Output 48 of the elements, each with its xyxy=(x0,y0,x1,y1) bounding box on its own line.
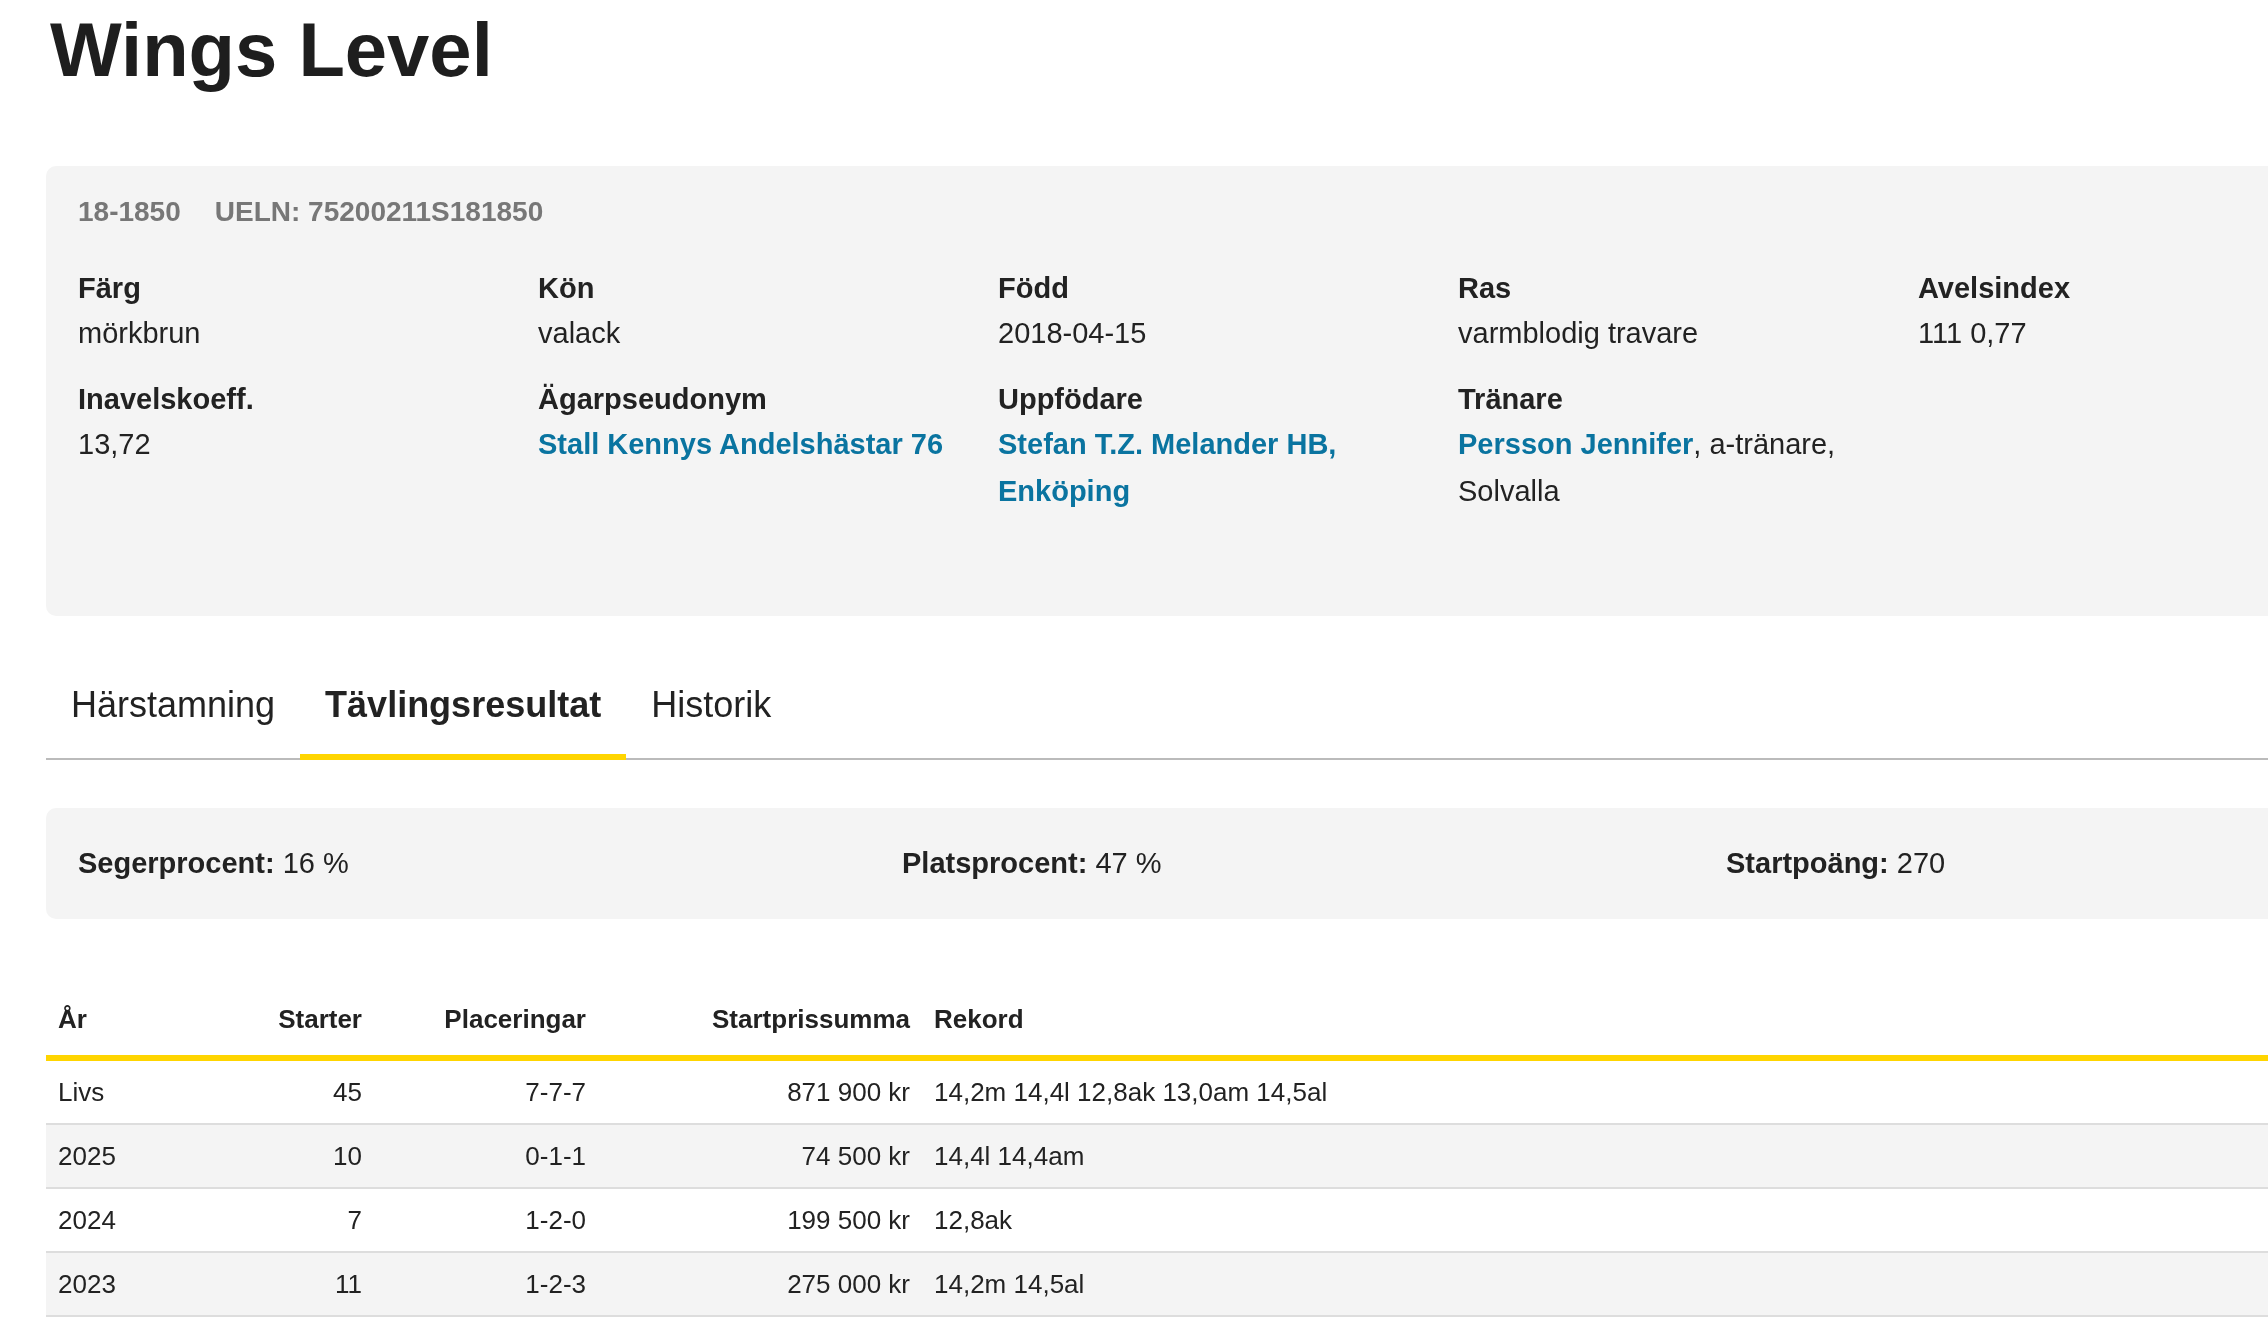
field-value: 111 0,77 xyxy=(1918,316,2028,351)
stat-text: Segerprocent: 16 % xyxy=(78,847,350,880)
tab[interactable]: Historik xyxy=(626,684,797,760)
field-value: varmblodig travare xyxy=(1458,316,1700,351)
table-cell: 1-2-3 xyxy=(374,1252,598,1316)
stat-text: Startpoäng: 270 xyxy=(1726,847,1947,880)
field-label: Kön xyxy=(538,271,596,306)
table-cell: 14,4l 14,4am xyxy=(922,1124,2268,1188)
field-label: Född xyxy=(998,271,1070,306)
tab[interactable]: Tävlingsresultat xyxy=(300,684,627,760)
field-label: Avelsindex xyxy=(1918,271,2072,306)
stat-text: Platsprocent: 47 % xyxy=(902,847,1163,880)
table-cell: 12,8ak xyxy=(922,1188,2268,1252)
ueln-number: UELN: 75200211S181850 xyxy=(214,196,544,228)
table-cell: 2025 xyxy=(46,1124,210,1188)
table-cell: 45 xyxy=(210,1058,374,1124)
registration-number: 18-1850 xyxy=(78,196,181,228)
field-value: valack xyxy=(538,316,622,351)
field-link[interactable]: Stefan T.Z. Melander HB, Enköping xyxy=(998,421,1418,515)
table-cell: 7-7-7 xyxy=(374,1058,598,1124)
table-cell: 2024 xyxy=(46,1188,210,1252)
table-cell: 11 xyxy=(210,1252,374,1316)
table-cell: Livs xyxy=(46,1058,210,1124)
field-label: Ägarpseudonym xyxy=(538,382,768,417)
trainer-text: Persson Jennifer, a-tränare, Solvalla xyxy=(1458,427,1837,509)
field-label: Uppfödare xyxy=(998,382,1144,417)
table-cell: 14,2m 14,5al xyxy=(922,1252,2268,1316)
field-label: Färg xyxy=(78,271,142,306)
field-value: mörkbrun xyxy=(78,316,202,351)
field-label: Tränare xyxy=(1458,382,1564,417)
field-value: 13,72 xyxy=(78,427,152,462)
table-cell: 2023 xyxy=(46,1252,210,1316)
field-link[interactable]: Stall Kennys Andelshästar 76 xyxy=(538,421,958,468)
field-label: Inavelskoeff. xyxy=(78,382,255,417)
page-title: Wings Level xyxy=(49,6,494,94)
table-cell: 7 xyxy=(210,1188,374,1252)
table-cell: 275 000 kr xyxy=(598,1252,922,1316)
field-label: Ras xyxy=(1458,271,1513,306)
table-cell: 0-1-1 xyxy=(374,1124,598,1188)
table-cell: 871 900 kr xyxy=(598,1058,922,1124)
table-cell: 10 xyxy=(210,1124,374,1188)
table-cell: 74 500 kr xyxy=(598,1124,922,1188)
tab[interactable]: Härstamning xyxy=(46,684,301,760)
table-cell: 14,2m 14,4l 12,8ak 13,0am 14,5al xyxy=(922,1058,2268,1124)
table-cell: 1-2-0 xyxy=(374,1188,598,1252)
table-cell: 199 500 kr xyxy=(598,1188,922,1252)
trainer-link[interactable]: Persson Jennifer xyxy=(1458,428,1694,460)
field-value: 2018-04-15 xyxy=(998,316,1148,351)
